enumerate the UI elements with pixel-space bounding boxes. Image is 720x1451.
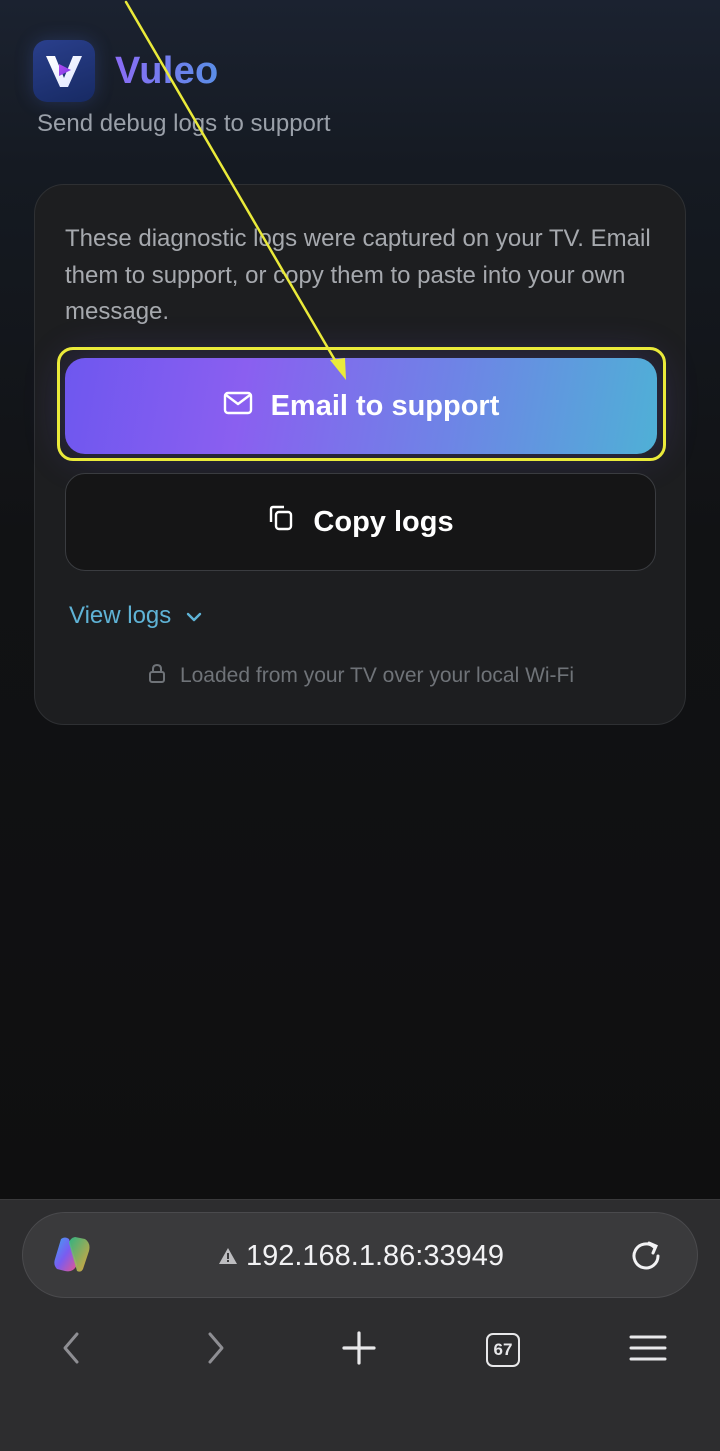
view-logs-toggle[interactable]: View logs <box>69 602 203 630</box>
warning-icon <box>218 1240 238 1273</box>
page-subtitle: Send debug logs to support <box>37 110 331 137</box>
plus-icon <box>341 1330 377 1371</box>
back-button[interactable] <box>35 1318 107 1382</box>
address-bar[interactable]: 192.168.1.86:33949 <box>22 1212 698 1298</box>
vuleo-logo <box>33 40 95 102</box>
email-button-label: Email to support <box>270 389 500 422</box>
lock-icon <box>148 663 166 689</box>
forward-button[interactable] <box>180 1318 252 1382</box>
url-text: 192.168.1.86:33949 <box>245 1239 505 1272</box>
copy-icon <box>267 504 295 540</box>
email-to-support-button[interactable]: Email to support <box>65 358 657 454</box>
chevron-right-icon <box>206 1331 226 1370</box>
browser-nav-row: 67 <box>0 1318 720 1382</box>
tab-count-badge: 67 <box>486 1333 520 1367</box>
card-description: These diagnostic logs were captured on y… <box>65 225 651 325</box>
brand-header: Vuleo <box>33 40 219 102</box>
logs-card: These diagnostic logs were captured on y… <box>34 184 686 725</box>
copy-button-label: Copy logs <box>313 505 454 538</box>
footnote-text: Loaded from your TV over your local Wi-F… <box>179 664 575 687</box>
url-display[interactable]: 192.168.1.86:33949 <box>23 1213 699 1299</box>
new-tab-button[interactable] <box>323 1318 395 1382</box>
chevron-down-icon <box>185 602 203 630</box>
mail-icon <box>223 390 253 423</box>
tabs-button[interactable]: 67 <box>467 1318 539 1382</box>
browser-toolbar: 192.168.1.86:33949 67 <box>0 1199 720 1451</box>
view-logs-label: View logs <box>69 602 172 629</box>
copy-logs-button[interactable]: Copy logs <box>65 473 656 571</box>
chevron-left-icon <box>61 1331 81 1370</box>
menu-icon <box>629 1334 667 1367</box>
menu-button[interactable] <box>612 1318 684 1382</box>
local-source-note: Loaded from your TV over your local Wi-F… <box>35 663 687 689</box>
reload-icon[interactable] <box>627 1237 665 1280</box>
app-name: Vuleo <box>115 49 219 92</box>
